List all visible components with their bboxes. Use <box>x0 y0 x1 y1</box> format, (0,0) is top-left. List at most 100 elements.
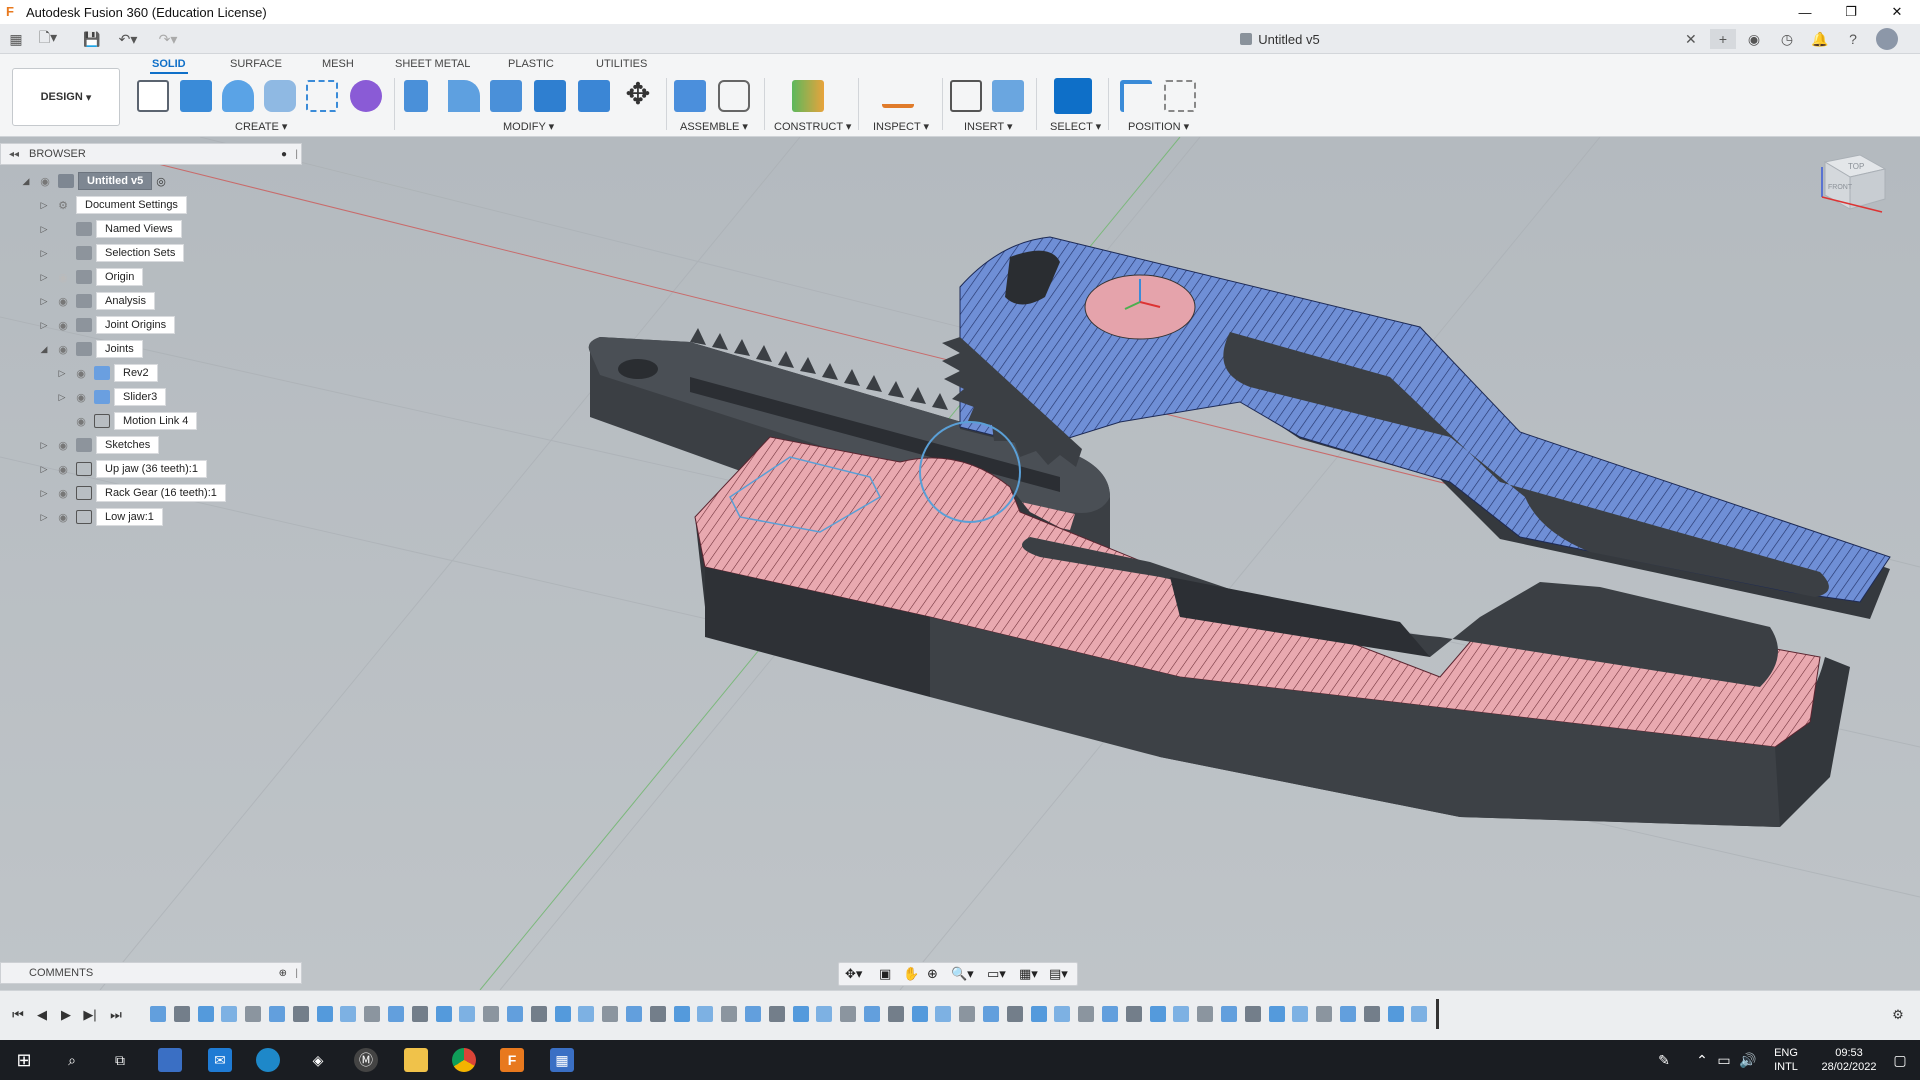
inspect-group-label[interactable]: INSPECT ▾ <box>873 120 929 133</box>
create-sketch-icon[interactable] <box>137 80 169 112</box>
insert-canvas-icon[interactable] <box>992 80 1024 112</box>
timeline-feature-icon[interactable] <box>864 1006 880 1022</box>
timeline-feature-icon[interactable] <box>221 1006 238 1022</box>
timeline-feature-icon[interactable] <box>1244 1006 1261 1022</box>
timeline-feature-icon[interactable] <box>935 1006 952 1022</box>
timeline-feature-icon[interactable] <box>721 1006 738 1022</box>
timeline-feature-icon[interactable] <box>649 1006 666 1022</box>
visibility-eye-icon[interactable]: ◉ <box>38 175 52 188</box>
notifications-icon[interactable]: ▢ <box>1888 1048 1912 1072</box>
combine-icon[interactable] <box>578 80 610 112</box>
timeline-marker-icon[interactable] <box>1436 999 1439 1029</box>
job-status-icon[interactable]: ◷ <box>1777 29 1797 49</box>
search-icon[interactable]: ⌕ <box>60 1048 84 1072</box>
timeline-feature-icon[interactable] <box>745 1006 761 1022</box>
close-icon[interactable]: ✕ <box>1874 0 1920 24</box>
expand-triangle-icon[interactable]: ▷ <box>38 463 50 475</box>
user-avatar[interactable] <box>1876 28 1898 50</box>
hole-icon[interactable] <box>264 80 296 112</box>
language-indicator[interactable]: ENG INTL <box>1766 1046 1806 1074</box>
timeline-feature-icon[interactable] <box>840 1006 857 1022</box>
timeline-feature-icon[interactable] <box>1197 1006 1214 1022</box>
timeline-feature-icon[interactable] <box>245 1006 262 1022</box>
network-icon[interactable]: ▭ <box>1712 1048 1736 1072</box>
select-icon[interactable] <box>1054 78 1092 114</box>
tab-plastic[interactable]: PLASTIC <box>506 58 556 74</box>
timeline-feature-icon[interactable] <box>507 1006 523 1022</box>
browser-pin-icon[interactable]: | <box>295 149 298 160</box>
insert-group-label[interactable]: INSERT ▾ <box>964 120 1013 133</box>
select-group-label[interactable]: SELECT ▾ <box>1050 120 1101 133</box>
timeline-feature-icon[interactable] <box>1054 1006 1071 1022</box>
tree-item-motion-link-4[interactable]: ◉ Motion Link 4 <box>74 412 198 430</box>
timeline-feature-icon[interactable] <box>411 1006 428 1022</box>
visibility-eye-icon[interactable]: ◉ <box>56 295 70 308</box>
tab-utilities[interactable]: UTILITIES <box>594 58 649 74</box>
revolve-icon[interactable] <box>222 80 254 112</box>
hidden-eye-icon[interactable]: ◉ <box>56 271 70 284</box>
restore-icon[interactable]: ❐ <box>1828 0 1874 24</box>
timeline-feature-icon[interactable] <box>673 1006 690 1022</box>
zoom-icon[interactable]: ⊕ <box>927 966 938 982</box>
save-icon[interactable]: 💾 <box>82 29 102 49</box>
tab-solid[interactable]: SOLID <box>150 58 188 74</box>
add-comment-icon[interactable]: ⊕ <box>279 968 287 979</box>
chrome-icon[interactable] <box>452 1048 476 1072</box>
visibility-eye-icon[interactable]: ◉ <box>56 343 70 356</box>
task-view-icon[interactable]: ⧉ <box>108 1048 132 1072</box>
help-icon[interactable]: ? <box>1843 29 1863 49</box>
timeline-feature-icon[interactable] <box>1221 1006 1237 1022</box>
low-jaw-body[interactable] <box>694 421 1850 827</box>
timeline-feature-icon[interactable] <box>602 1006 619 1022</box>
timeline-feature-icon[interactable] <box>316 1006 333 1022</box>
visibility-eye-icon[interactable]: ◉ <box>56 511 70 524</box>
comments-panel-header[interactable]: COMMENTS ⊕ | <box>0 962 302 984</box>
expand-triangle-icon[interactable]: ▷ <box>56 367 68 379</box>
calculator-icon[interactable]: ▦ <box>550 1048 574 1072</box>
step-forward-icon[interactable]: ▶| <box>80 1005 100 1025</box>
move-icon[interactable]: ✥ <box>622 80 654 112</box>
timeline-feature-icon[interactable] <box>1292 1006 1309 1022</box>
show-hidden-icons[interactable]: ⌃ <box>1690 1048 1714 1072</box>
insert-derive-icon[interactable] <box>950 80 982 112</box>
data-panel-grid-icon[interactable]: ▦ <box>6 29 26 49</box>
timeline-feature-icon[interactable] <box>435 1006 452 1022</box>
timeline-feature-icon[interactable] <box>388 1006 404 1022</box>
browser-options-icon[interactable]: ● <box>281 149 287 160</box>
timeline-feature-icon[interactable] <box>983 1006 999 1022</box>
tree-item-low-jaw[interactable]: ▷ ◉ Low jaw:1 <box>38 508 163 526</box>
tree-item-rack-gear[interactable]: ▷ ◉ Rack Gear (16 teeth):1 <box>38 484 226 502</box>
browser-panel-header[interactable]: ◂◂ BROWSER ● | <box>0 143 302 165</box>
document-tab[interactable]: Untitled v5 <box>870 24 1690 54</box>
activate-radio-icon[interactable]: ◎ <box>156 175 166 188</box>
app-icon-2[interactable]: Ⓜ <box>354 1048 378 1072</box>
timeline-feature-icon[interactable] <box>626 1006 642 1022</box>
timeline-feature-icon[interactable] <box>911 1006 928 1022</box>
collapse-browser-icon[interactable]: ◂◂ <box>9 149 19 160</box>
timeline-feature-icon[interactable] <box>1030 1006 1047 1022</box>
create-group-label[interactable]: CREATE ▾ <box>235 120 287 133</box>
expand-triangle-icon[interactable]: ▷ <box>38 511 50 523</box>
timeline-feature-icon[interactable] <box>150 1006 166 1022</box>
timeline-feature-icon[interactable] <box>173 1006 190 1022</box>
timeline-feature-icon[interactable] <box>483 1006 500 1022</box>
view-cube[interactable]: TOP FRONT <box>1821 154 1887 213</box>
timeline-feature-icon[interactable] <box>1006 1006 1023 1022</box>
timeline-feature-icon[interactable] <box>578 1006 595 1022</box>
timeline-feature-icon[interactable] <box>364 1006 381 1022</box>
undo-icon[interactable]: ↶▾ <box>118 29 138 49</box>
timeline-feature-icon[interactable] <box>887 1006 904 1022</box>
visibility-eye-icon[interactable]: ◉ <box>74 367 88 380</box>
go-to-start-icon[interactable]: ⏮ <box>8 1005 28 1025</box>
new-tab-plus-icon[interactable]: + <box>1710 29 1736 49</box>
tree-item-analysis[interactable]: ▷ ◉ Analysis <box>38 292 155 310</box>
mail-icon[interactable]: ✉ <box>208 1048 232 1072</box>
comments-pin-icon[interactable]: | <box>295 968 298 979</box>
timeline-features[interactable] <box>140 991 1440 1041</box>
viewports-icon[interactable]: ▤▾ <box>1049 966 1068 982</box>
fillet-icon[interactable] <box>448 80 480 112</box>
extensions-icon[interactable]: ◉ <box>1744 29 1764 49</box>
expand-triangle-icon[interactable]: ▷ <box>38 223 50 235</box>
timeline-feature-icon[interactable] <box>1078 1006 1095 1022</box>
store-icon[interactable] <box>158 1048 182 1072</box>
